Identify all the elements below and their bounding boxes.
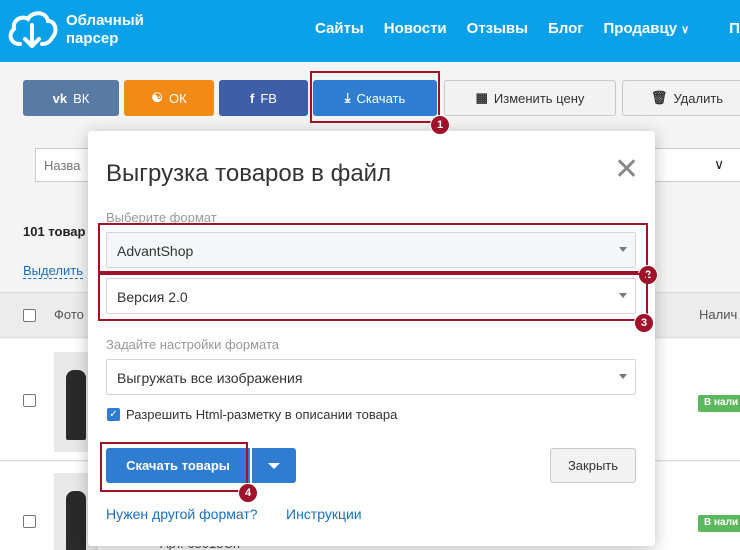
status-badge: В нали [698, 515, 740, 532]
html-markup-checkbox[interactable]: ✓ [107, 408, 120, 421]
delete-button[interactable]: 🗑 Удалить [622, 80, 740, 116]
filter-select[interactable]: ∨ [650, 148, 740, 182]
highlight-2 [98, 223, 648, 273]
nav-reviews[interactable]: Отзывы [467, 20, 528, 37]
modal-title: Выгрузка товаров в файл [106, 160, 392, 187]
nav-seller[interactable]: Продавцу ∨ [604, 20, 710, 37]
chevron-down-icon: ∨ [714, 156, 725, 172]
cloud-download-icon[interactable] [6, 8, 58, 52]
highlight-3 [98, 273, 648, 321]
status-badge: В нали [698, 395, 740, 412]
close-icon[interactable]: ✕ [614, 155, 639, 185]
share-vk-button[interactable]: vk ВК [23, 80, 119, 116]
select-all-link[interactable]: Выделить [23, 263, 83, 279]
nav-sites[interactable]: Сайты [315, 20, 364, 37]
trash-icon: 🗑 [650, 90, 668, 105]
vk-icon: vk [52, 90, 68, 106]
select-all-checkbox[interactable] [23, 309, 36, 322]
dropdown-arrow-icon [619, 374, 627, 379]
download-options-button[interactable] [252, 448, 296, 483]
html-markup-label: Разрешить Html-разметку в описании товар… [126, 407, 398, 422]
row-checkbox[interactable] [23, 515, 36, 528]
nav-news[interactable]: Новости [384, 20, 447, 37]
col-availability: Налич [699, 307, 738, 322]
annotation-marker-4: 4 [238, 483, 258, 503]
caret-down-icon [268, 463, 280, 469]
annotation-marker-1: 1 [430, 115, 450, 135]
ok-icon: ☯ [151, 90, 163, 105]
settings-label: Задайте настройки формата [106, 337, 280, 352]
instructions-link[interactable]: Инструкции [286, 506, 362, 522]
annotation-marker-3: 3 [634, 313, 654, 333]
other-format-link[interactable]: Нужен другой формат? [106, 506, 258, 522]
share-ok-button[interactable]: ☯ ОК [124, 80, 214, 116]
facebook-icon: f [250, 90, 255, 106]
change-price-button[interactable]: ▦ Изменить цену [444, 80, 616, 116]
calculator-icon: ▦ [475, 90, 488, 105]
logo-text[interactable]: Облачный парсер [66, 12, 144, 48]
chevron-down-icon: ∨ [681, 24, 690, 36]
highlight-1 [310, 71, 440, 123]
highlight-4 [100, 442, 248, 492]
product-count: 101 товар [23, 224, 86, 239]
col-photo: Фото [54, 307, 84, 322]
nav-more[interactable]: По [729, 20, 740, 37]
row-checkbox[interactable] [23, 394, 36, 407]
site-header: Облачный парсер Сайты Новости Отзывы Бло… [0, 0, 740, 62]
main-nav: Сайты Новости Отзывы Блог Продавцу∨ По [315, 20, 740, 37]
share-fb-button[interactable]: f FB [219, 80, 308, 116]
images-select[interactable]: Выгружать все изображения [106, 359, 636, 395]
close-button[interactable]: Закрыть [550, 448, 636, 483]
nav-blog[interactable]: Блог [548, 20, 584, 37]
